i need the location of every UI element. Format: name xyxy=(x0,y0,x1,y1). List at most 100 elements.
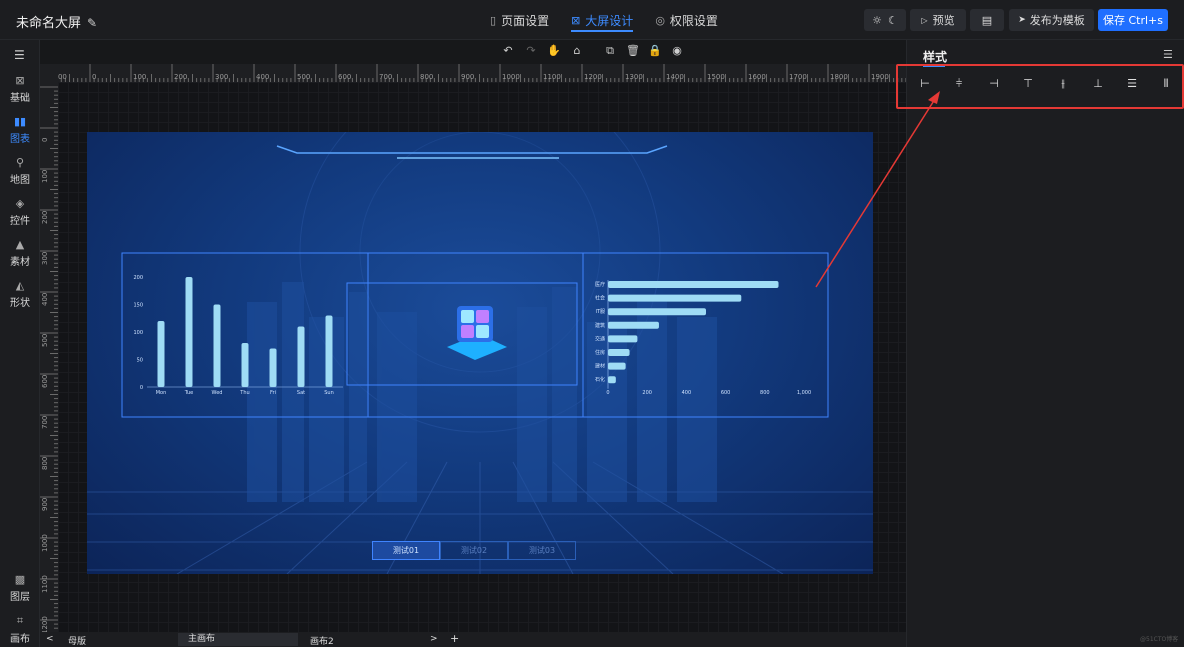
map-pin-icon: ⚲ xyxy=(15,156,25,169)
distribute-horizontal-icon[interactable]: ⫴ xyxy=(1159,77,1173,91)
distribute-vertical-icon[interactable]: ☰ xyxy=(1125,77,1139,91)
moon-icon[interactable]: ☾ xyxy=(888,14,898,27)
y-tick-label: 200 xyxy=(133,275,143,281)
ruler-label: 1600 xyxy=(748,73,766,81)
bar xyxy=(325,315,333,387)
play-icon: ▷ xyxy=(921,15,928,25)
tab-main-canvas[interactable]: 主画布 xyxy=(178,633,298,646)
publish-template-button[interactable]: ➤ 发布为模板 xyxy=(1009,9,1094,31)
ruler-label: 1500 xyxy=(707,73,725,81)
screen-canvas[interactable]: 0 50 100 150 200 Mon Tue Wed Thu Fri Sat Sun 医疗 社会 IT… xyxy=(87,132,873,574)
x-tick-label: Mon xyxy=(156,390,167,396)
bar xyxy=(213,304,221,387)
bar xyxy=(608,335,638,343)
sidebar-item-shapes[interactable]: ◭ 形状 xyxy=(0,279,40,309)
ruler-label: 900 xyxy=(461,73,475,81)
eye-icon[interactable]: ◉ xyxy=(670,44,684,58)
align-center-vertical-icon[interactable]: ⫲ xyxy=(1056,77,1070,91)
collapse-panel-icon[interactable]: ☰ xyxy=(1163,48,1173,61)
bar xyxy=(608,362,626,370)
ruler-label: 1200 xyxy=(584,73,602,81)
sidebar-item-basic[interactable]: ⊠ 基础 xyxy=(0,74,40,104)
test-button-group: 测试01 测试02 测试03 xyxy=(372,541,576,560)
tab-screen-design[interactable]: ⊠ 大屏设计 xyxy=(571,0,634,40)
undo-icon[interactable]: ↶ xyxy=(501,44,515,58)
alignment-highlight-box xyxy=(896,64,1184,109)
align-top-icon[interactable]: ⊤ xyxy=(1021,77,1035,91)
x-tick-label: 200 xyxy=(642,390,652,396)
align-center-horizontal-icon[interactable]: ⫩ xyxy=(952,77,966,91)
lock-icon[interactable]: 🔒 xyxy=(648,44,662,58)
project-title-text: 未命名大屏 xyxy=(16,16,82,31)
prev-tab-icon[interactable]: < xyxy=(46,634,54,644)
ruler-label: 100 xyxy=(133,73,147,81)
ruler-label: 0 xyxy=(92,73,97,81)
style-panel-title: 样式 xyxy=(923,50,948,64)
ruler-label: 1700 xyxy=(789,73,807,81)
copy-icon[interactable]: ⧉ xyxy=(603,44,617,58)
bar xyxy=(297,326,305,387)
sidebar-item-chart[interactable]: ▮▮ 图表 xyxy=(0,115,40,145)
ruler-label: 400 xyxy=(41,292,49,306)
align-left-icon[interactable]: ⊢ xyxy=(918,77,932,91)
x-tick-label: 400 xyxy=(682,390,692,396)
tab-canvas-2[interactable]: 画布2 xyxy=(310,634,334,647)
align-bottom-icon[interactable]: ⊥ xyxy=(1091,77,1105,91)
sun-icon[interactable]: ☼ xyxy=(872,14,882,27)
ruler-label: 1000 xyxy=(41,534,49,552)
redo-icon[interactable]: ↷ xyxy=(524,44,538,58)
sidebar-item-map[interactable]: ⚲ 地图 xyxy=(0,156,40,186)
tab-master[interactable]: 母版 xyxy=(68,634,86,647)
watermark: @51CTO博客 xyxy=(1140,636,1179,643)
bar xyxy=(608,376,616,384)
left-sidebar: ☰ ⊠ 基础 ▮▮ 图表 ⚲ 地图 ◈ 控件 ▲ 素材 ◭ 形状 ▩ 图层 ⌗ 画布 xyxy=(0,40,40,647)
ruler-label: 0 xyxy=(41,137,49,142)
ruler-label: 700 xyxy=(41,415,49,429)
ruler-label: 800 xyxy=(41,456,49,470)
align-right-icon[interactable]: ⊣ xyxy=(987,77,1001,91)
layers-icon: ◈ xyxy=(15,197,25,210)
tab-page-settings[interactable]: ▯ 页面设置 xyxy=(490,0,549,40)
edit-pencil-icon[interactable]: ✎ xyxy=(87,16,97,30)
box-icon: ⊠ xyxy=(15,74,25,87)
ruler-label: 1100 xyxy=(543,73,561,81)
project-title[interactable]: 未命名大屏 ✎ xyxy=(16,12,97,31)
ruler-label: 500 xyxy=(297,73,311,81)
top-nav: ▯ 页面设置 ⊠ 大屏设计 ◎ 权限设置 xyxy=(490,0,718,40)
x-tick-label: Wed xyxy=(212,390,223,396)
ruler-label: 500 xyxy=(41,333,49,347)
bar xyxy=(269,348,277,387)
hand-icon[interactable]: ✋ xyxy=(547,44,561,58)
sidebar-item-controls[interactable]: ◈ 控件 xyxy=(0,197,40,227)
sidebar-item-layers-label: 图层 xyxy=(10,592,30,603)
right-panel: 样式 ☰ xyxy=(906,40,1184,647)
sidebar-item-layers[interactable]: ▩ 图层 xyxy=(0,573,40,603)
next-tab-icon[interactable]: > xyxy=(430,634,438,644)
x-tick-label: Tue xyxy=(184,390,194,396)
sidebar-item-materials[interactable]: ▲ 素材 xyxy=(0,238,40,268)
delete-icon[interactable]: 🗑 xyxy=(626,44,640,58)
x-tick-label: 1,000 xyxy=(797,390,811,396)
test-button-2[interactable]: 测试02 xyxy=(440,541,508,560)
menu-button[interactable]: ▤ xyxy=(970,9,1004,31)
save-button[interactable]: 保存 Ctrl+s xyxy=(1098,9,1168,31)
sidebar-item-canvas[interactable]: ⌗ 画布 xyxy=(0,614,40,645)
tab-permission-settings[interactable]: ◎ 权限设置 xyxy=(655,0,718,40)
layers-grid-icon: ▩ xyxy=(14,573,26,586)
canvas-background: 0 50 100 150 200 Mon Tue Wed Thu Fri Sat Sun 医疗社会 IT… xyxy=(87,132,873,574)
preview-button[interactable]: ▷ 预览 xyxy=(910,9,966,31)
y-tick-label: 社会 xyxy=(595,295,605,302)
brush-icon[interactable]: ⌂ xyxy=(570,44,584,58)
ruler-label: 1400 xyxy=(666,73,684,81)
test-button-1[interactable]: 测试01 xyxy=(372,541,440,560)
test-button-3[interactable]: 测试03 xyxy=(508,541,576,560)
collapse-sidebar-icon[interactable]: ☰ xyxy=(14,48,25,62)
add-tab-icon[interactable]: + xyxy=(450,632,459,645)
theme-toggle[interactable]: ☼ ☾ xyxy=(864,9,906,31)
bar xyxy=(608,281,779,288)
bar xyxy=(608,349,630,356)
ruler-label: 300 xyxy=(41,251,49,265)
cube-logo xyxy=(447,306,507,360)
bar xyxy=(185,277,193,387)
ruler-label: 1900 xyxy=(871,73,889,81)
